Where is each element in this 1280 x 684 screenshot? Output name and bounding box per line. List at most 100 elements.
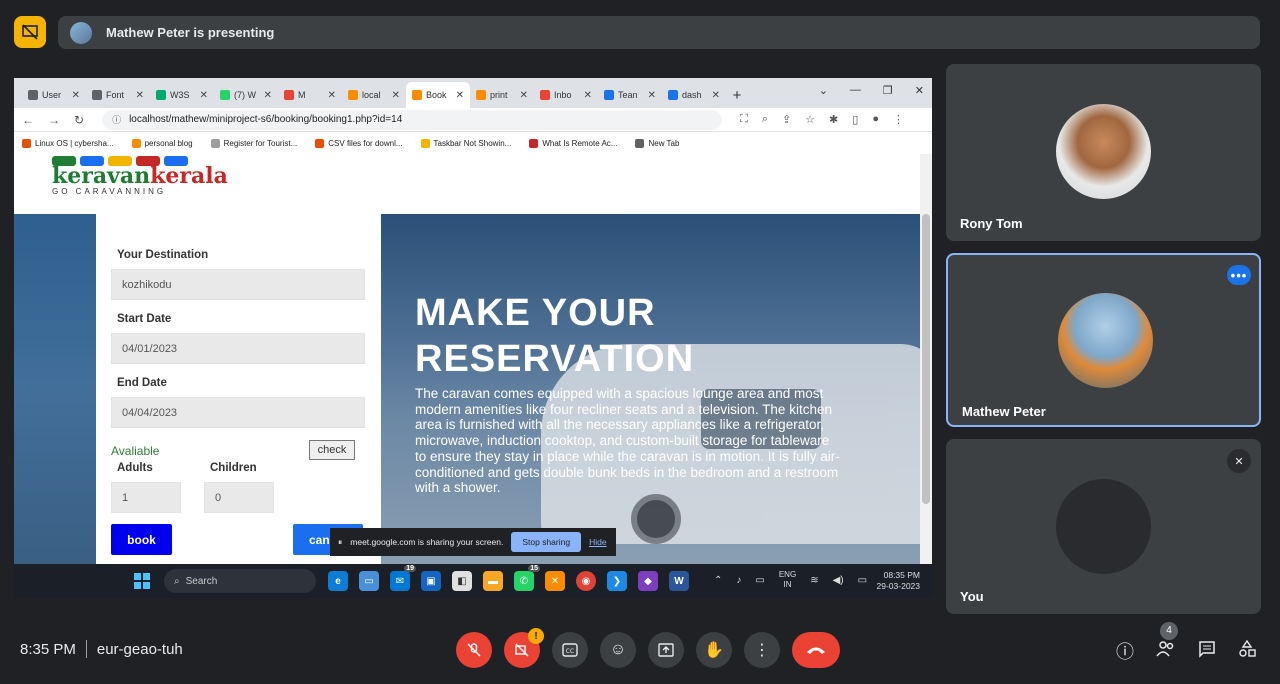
share-icon[interactable]: ⇪ bbox=[782, 113, 791, 126]
close-tab-icon[interactable]: ✕ bbox=[392, 90, 400, 101]
camera-off-button[interactable]: ! bbox=[504, 628, 544, 668]
vscode-icon[interactable]: ❯ bbox=[607, 571, 627, 591]
close-tab-icon[interactable]: ✕ bbox=[584, 90, 592, 101]
activities-icon[interactable] bbox=[1238, 639, 1256, 663]
profile-avatar-icon[interactable]: ● bbox=[872, 113, 879, 126]
logo-text-red: kerala bbox=[150, 163, 228, 189]
browser-tab[interactable]: M ✕ bbox=[278, 82, 342, 108]
more-options-icon[interactable]: ⋮ bbox=[744, 632, 780, 668]
browser-tab[interactable]: User ✕ bbox=[22, 82, 86, 108]
participant-tile-active[interactable]: ••• Mathew Peter bbox=[946, 253, 1261, 427]
browser-tab[interactable]: dash ✕ bbox=[662, 82, 726, 108]
close-tab-icon[interactable]: ✕ bbox=[136, 90, 144, 101]
forward-icon[interactable]: → bbox=[48, 113, 60, 127]
bookmark-star-icon[interactable]: ☆ bbox=[805, 113, 815, 126]
participant-tile[interactable]: Rony Tom bbox=[946, 64, 1261, 241]
start-date-input[interactable]: 04/01/2023 bbox=[111, 333, 365, 364]
check-button[interactable]: check bbox=[309, 440, 355, 460]
browser-tab-active[interactable]: Book ✕ bbox=[406, 82, 470, 108]
info-icon[interactable]: ⓘ bbox=[112, 113, 121, 126]
extensions-icon[interactable]: ✱ bbox=[829, 113, 838, 126]
desktop-icon[interactable]: ▭ bbox=[359, 571, 379, 591]
bookmark-item[interactable]: Taskbar Not Showin... bbox=[420, 138, 511, 148]
visual-studio-icon[interactable]: ◆ bbox=[638, 571, 658, 591]
close-tab-icon[interactable]: ✕ bbox=[456, 90, 464, 101]
ms-store-icon[interactable]: ◧ bbox=[452, 571, 472, 591]
battery-icon[interactable]: ▭ bbox=[858, 575, 867, 586]
presentation-icon[interactable] bbox=[14, 16, 46, 48]
close-tab-icon[interactable]: ✕ bbox=[72, 90, 80, 101]
bookmark-item[interactable]: personal blog bbox=[131, 138, 193, 148]
minimize-icon[interactable]: — bbox=[850, 84, 861, 97]
restore-icon[interactable]: ❐ bbox=[883, 84, 893, 97]
store-icon[interactable]: ▣ bbox=[421, 571, 441, 591]
raise-hand-button[interactable]: ✋ bbox=[696, 632, 732, 668]
edge-icon[interactable]: e bbox=[328, 571, 348, 591]
chat-icon[interactable] bbox=[1198, 640, 1216, 663]
destination-input[interactable]: kozhikodu bbox=[111, 269, 365, 300]
translate-icon[interactable]: ⛶ bbox=[740, 113, 748, 126]
browser-tab[interactable]: Inbo ✕ bbox=[534, 82, 598, 108]
start-icon[interactable] bbox=[134, 573, 150, 589]
bookmark-item[interactable]: Register for Tourist... bbox=[210, 138, 297, 148]
zoom-icon[interactable]: ⌕ bbox=[762, 113, 768, 126]
children-input[interactable]: 0 bbox=[204, 482, 274, 513]
reload-icon[interactable]: ↻ bbox=[74, 113, 84, 127]
language-indicator[interactable]: ENG IN bbox=[779, 570, 796, 590]
book-button[interactable]: book bbox=[111, 524, 172, 555]
browser-tab[interactable]: local ✕ bbox=[342, 82, 406, 108]
microphone-icon[interactable]: ♪ bbox=[736, 575, 741, 586]
browser-tab[interactable]: print ✕ bbox=[470, 82, 534, 108]
close-tab-icon[interactable]: ✕ bbox=[712, 90, 720, 101]
back-icon[interactable]: ← bbox=[22, 113, 34, 127]
xampp-icon[interactable]: ✕ bbox=[545, 571, 565, 591]
whatsapp-icon[interactable]: ✆ 15 bbox=[514, 565, 540, 591]
taskbar-clock[interactable]: 08:35 PM 29-03-2023 bbox=[877, 570, 920, 592]
meeting-details-icon[interactable]: ⓘ bbox=[1116, 638, 1134, 664]
adults-input[interactable]: 1 bbox=[111, 482, 181, 513]
participant-tile-self[interactable]: ✕ You bbox=[946, 439, 1261, 614]
hero-banner: MAKE YOUR RESERVATION The caravan comes … bbox=[381, 214, 920, 564]
close-tab-icon[interactable]: ✕ bbox=[200, 90, 208, 101]
word-icon[interactable]: W bbox=[669, 571, 689, 591]
chrome-icon[interactable]: ◉ bbox=[576, 571, 596, 591]
tab-search-icon[interactable]: ⌄ bbox=[819, 84, 828, 97]
browser-tab[interactable]: Tean ✕ bbox=[598, 82, 662, 108]
more-options-button[interactable]: ••• bbox=[1227, 265, 1251, 285]
bookmark-item[interactable]: What Is Remote Ac... bbox=[529, 138, 617, 148]
stop-sharing-button[interactable]: Stop sharing bbox=[511, 532, 582, 552]
wifi-icon[interactable]: ≋ bbox=[810, 575, 818, 586]
end-date-input[interactable]: 04/04/2023 bbox=[111, 397, 365, 428]
hide-button[interactable]: Hide bbox=[589, 537, 606, 547]
browser-tab[interactable]: (7) W ✕ bbox=[214, 82, 278, 108]
bookmark-item[interactable]: CSV files for downl... bbox=[315, 138, 403, 148]
captions-button[interactable]: CC bbox=[552, 632, 588, 668]
menu-kebab-icon[interactable]: ⋮ bbox=[893, 113, 904, 126]
browser-tab[interactable]: W3S ✕ bbox=[150, 82, 214, 108]
leave-call-button[interactable] bbox=[792, 632, 840, 668]
new-tab-button[interactable]: + bbox=[726, 82, 748, 108]
present-now-button[interactable] bbox=[648, 632, 684, 668]
mail-icon[interactable]: ✉ 19 bbox=[390, 565, 416, 591]
destination-label: Your Destination bbox=[117, 249, 209, 261]
site-logo[interactable]: keravankerala GO CARAVANNING bbox=[52, 156, 228, 196]
volume-icon[interactable]: ◀) bbox=[833, 575, 844, 586]
file-explorer-icon[interactable]: ▬ bbox=[483, 571, 503, 591]
close-tab-icon[interactable]: ✕ bbox=[648, 90, 656, 101]
bookmark-item[interactable]: Linux OS | cybersha... bbox=[22, 138, 114, 148]
address-bar[interactable]: ⓘ localhost/mathew/miniproject-s6/bookin… bbox=[102, 109, 723, 130]
taskbar-search[interactable]: ⌕ Search bbox=[164, 569, 316, 593]
side-panel-icon[interactable]: ▯ bbox=[852, 113, 858, 126]
page-scrollbar[interactable] bbox=[920, 154, 932, 564]
bookmark-item[interactable]: New Tab bbox=[635, 138, 679, 148]
people-icon[interactable]: 4 bbox=[1156, 621, 1178, 663]
close-tab-icon[interactable]: ✕ bbox=[328, 90, 336, 101]
browser-tab[interactable]: Font ✕ bbox=[86, 82, 150, 108]
emoji-button[interactable]: ☺ bbox=[600, 632, 636, 668]
mic-off-button[interactable] bbox=[456, 632, 492, 668]
keyboard-icon[interactable]: ▭ bbox=[755, 575, 764, 586]
close-tab-icon[interactable]: ✕ bbox=[264, 90, 272, 101]
close-tab-icon[interactable]: ✕ bbox=[520, 90, 528, 101]
close-window-icon[interactable]: ✕ bbox=[915, 84, 924, 97]
chevron-up-icon[interactable]: ⌃ bbox=[714, 575, 722, 586]
